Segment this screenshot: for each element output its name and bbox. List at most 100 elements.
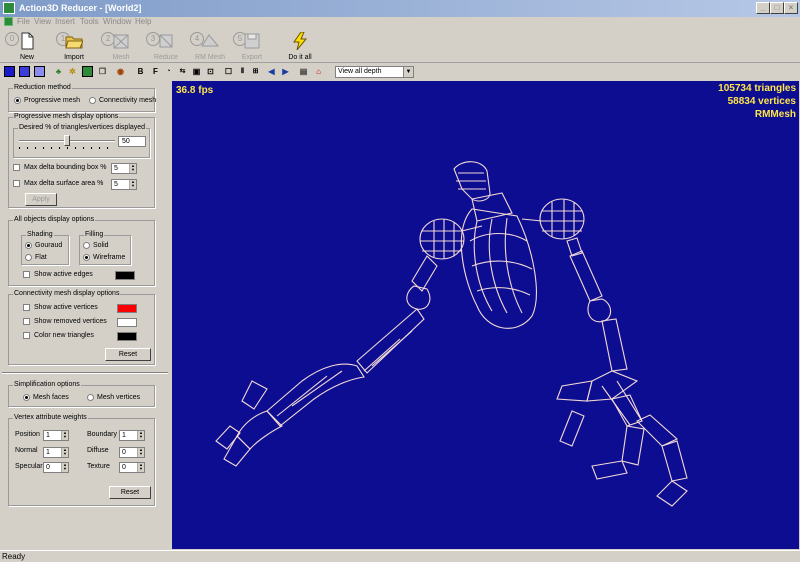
- empty-box-icon[interactable]: ☐: [223, 66, 234, 77]
- import-button[interactable]: Import: [54, 30, 94, 62]
- diffuse-spin[interactable]: 0 ▲ ▼: [119, 447, 145, 458]
- radio-indicator: [25, 254, 32, 261]
- desired-slider-thumb[interactable]: [64, 135, 70, 146]
- show-active-vertices-checkbox[interactable]: Show active vertices: [23, 304, 98, 311]
- max-surface-spin[interactable]: 5 ▲ ▼: [111, 179, 137, 190]
- texture-spin[interactable]: 0 ▲ ▼: [119, 462, 145, 473]
- tree-icon[interactable]: ♣: [53, 66, 64, 77]
- export-button[interactable]: Export: [232, 30, 272, 62]
- vertex-count: 58834 vertices: [727, 96, 796, 107]
- mesh-faces-radio[interactable]: Mesh faces: [23, 394, 69, 401]
- columns-icon[interactable]: ⫴: [237, 66, 248, 77]
- arrow-right-icon[interactable]: ▶: [280, 66, 291, 77]
- spin-arrows-icon[interactable]: ▲ ▼: [137, 448, 144, 457]
- show-edges-label: Show active edges: [34, 271, 93, 278]
- blue-square-icon[interactable]: [4, 66, 15, 77]
- chevron-down-icon[interactable]: ▼: [403, 67, 413, 77]
- do-it-all-button[interactable]: Do it all: [280, 30, 320, 62]
- home-icon[interactable]: ⌂: [313, 66, 324, 77]
- layers-icon[interactable]: ❐: [97, 66, 108, 77]
- desired-percent-value[interactable]: 50: [118, 136, 146, 147]
- mesh-vertices-radio[interactable]: Mesh vertices: [87, 394, 140, 401]
- active-vertices-color-swatch[interactable]: [117, 304, 137, 313]
- menu-view[interactable]: View: [34, 17, 51, 26]
- menu-bar: File View Insert Tools Window Help: [0, 17, 800, 27]
- box-icon[interactable]: ▣: [191, 66, 202, 77]
- menu-help[interactable]: Help: [135, 17, 151, 26]
- maximize-button[interactable]: □: [770, 2, 784, 14]
- new-button[interactable]: New: [7, 30, 47, 62]
- color-square-icon[interactable]: [19, 66, 30, 77]
- spin-arrows-icon[interactable]: ▲ ▼: [129, 164, 136, 173]
- mesh-label: Mesh: [112, 54, 130, 61]
- show-edges-checkbox[interactable]: Show active edges: [23, 271, 93, 278]
- normal-spin[interactable]: 1 ▲ ▼: [43, 447, 69, 458]
- show-removed-vertices-checkbox[interactable]: Show removed vertices: [23, 318, 107, 325]
- checkbox-box: [13, 164, 20, 171]
- rm-mesh-button[interactable]: RM Mesh: [188, 30, 232, 62]
- gear-icon[interactable]: ✲: [67, 66, 78, 77]
- show-removed-vertices-label: Show removed vertices: [34, 318, 107, 325]
- spin-arrows-icon[interactable]: ▲ ▼: [137, 463, 144, 472]
- menu-file[interactable]: File: [17, 17, 30, 26]
- reduce-button[interactable]: Reduce: [146, 30, 186, 62]
- spin-arrows-icon[interactable]: ▲ ▼: [61, 463, 68, 472]
- texture-label: Texture: [87, 463, 110, 470]
- frame-icon[interactable]: ⊡: [205, 66, 216, 77]
- gouraud-radio[interactable]: Gouraud: [25, 242, 62, 249]
- all-objects-title: All objects display options: [13, 216, 96, 223]
- minimize-button[interactable]: _: [756, 2, 770, 14]
- menu-insert[interactable]: Insert: [55, 17, 75, 26]
- slider-ticks: [19, 147, 115, 149]
- arrow-left-icon[interactable]: ◀: [266, 66, 277, 77]
- progressive-mesh-radio[interactable]: Progressive mesh: [14, 97, 80, 104]
- max-surface-checkbox[interactable]: Max delta surface area %: [13, 180, 103, 187]
- connectivity-mesh-radio[interactable]: Connectivity mesh: [89, 97, 156, 104]
- target-icon[interactable]: ◉: [115, 66, 126, 77]
- bold-button[interactable]: B: [135, 66, 146, 77]
- face-button[interactable]: F: [150, 66, 161, 77]
- mesh-button[interactable]: Mesh: [101, 30, 141, 62]
- apply-button[interactable]: Apply: [25, 193, 57, 206]
- flat-radio[interactable]: Flat: [25, 254, 47, 261]
- specular-spin[interactable]: 0 ▲ ▼: [43, 462, 69, 473]
- light-square-icon[interactable]: [34, 66, 45, 77]
- edges-color-swatch[interactable]: [115, 271, 135, 280]
- weights-reset-button[interactable]: Reset: [109, 486, 151, 499]
- spin-arrows-icon[interactable]: ▲ ▼: [129, 180, 136, 189]
- spin-arrows-icon[interactable]: ▲ ▼: [137, 431, 144, 440]
- mesh-faces-label: Mesh faces: [33, 394, 69, 401]
- max-bbox-checkbox[interactable]: Max delta bounding box %: [13, 164, 107, 171]
- rm-mesh-label: RM Mesh: [195, 54, 225, 61]
- wireframe-label: Wireframe: [93, 254, 126, 261]
- boundary-spin[interactable]: 1 ▲ ▼: [119, 430, 145, 441]
- menu-window[interactable]: Window: [103, 17, 131, 26]
- reduce-label: Reduce: [153, 54, 179, 61]
- wireframe-radio[interactable]: Wireframe: [83, 254, 125, 261]
- depth-select[interactable]: View all depth ▼: [335, 66, 414, 78]
- position-spin[interactable]: 1 ▲ ▼: [43, 430, 69, 441]
- spin-arrows-icon[interactable]: ▲ ▼: [61, 448, 68, 457]
- camera-icon[interactable]: ▤: [298, 66, 309, 77]
- mesh-icon: [113, 34, 129, 49]
- menu-tools[interactable]: Tools: [80, 17, 99, 26]
- color-new-triangles-checkbox[interactable]: Color new triangles: [23, 332, 94, 339]
- connectivity-mesh-label: Connectivity mesh: [99, 97, 157, 104]
- image-icon[interactable]: [82, 66, 93, 77]
- radio-indicator: [23, 394, 30, 401]
- spin-arrows-icon[interactable]: ▲ ▼: [61, 431, 68, 440]
- removed-vertices-color-swatch[interactable]: [117, 318, 137, 327]
- connectivity-reset-button[interactable]: Reset: [105, 348, 151, 361]
- solid-label: Solid: [93, 242, 109, 249]
- boundary-value: 1: [122, 432, 126, 439]
- solid-radio[interactable]: Solid: [83, 242, 109, 249]
- simplification-title: Simplification options: [13, 381, 81, 388]
- close-button[interactable]: ×: [784, 2, 798, 14]
- grid-icon[interactable]: ⊞: [250, 66, 261, 77]
- max-bbox-spin[interactable]: 5 ▲ ▼: [111, 163, 137, 174]
- arrows-icon[interactable]: ⇆: [177, 66, 188, 77]
- eye-icon[interactable]: ◔: [163, 66, 174, 77]
- 3d-viewport[interactable]: 36.8 fps 105734 triangles 58834 vertices…: [172, 81, 799, 549]
- new-triangles-color-swatch[interactable]: [117, 332, 137, 341]
- desired-percent-title: Desired % of triangles/vertices displaye…: [18, 124, 147, 131]
